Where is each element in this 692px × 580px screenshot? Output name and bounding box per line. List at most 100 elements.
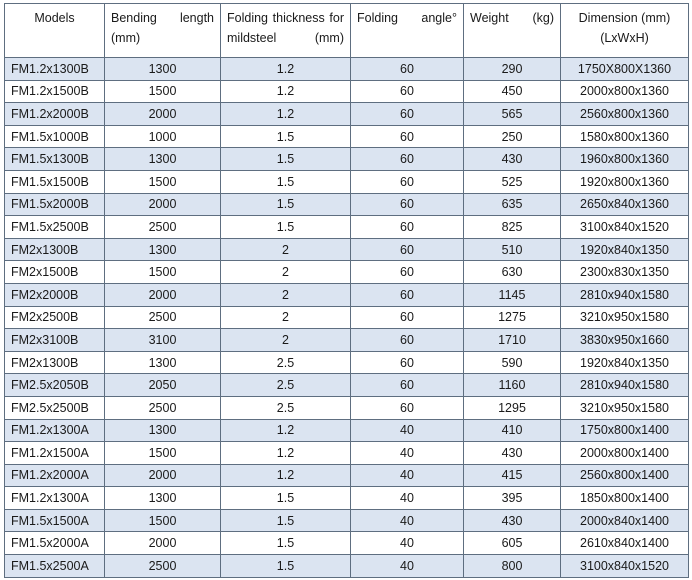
cell-folding-thickness: 1.5 (220, 554, 351, 578)
cell-folding-angle: 60 (350, 237, 464, 262)
table-row: FM1.5x1500B 1500 1.5 60 525 1920x800x1360 (4, 169, 689, 194)
cell-folding-angle: 40 (350, 554, 464, 578)
cell-model: FM2x2000B (4, 282, 105, 307)
table-row: FM1.5x2000B 2000 1.5 60 635 2650x840x1360 (4, 192, 689, 217)
cell-weight: 590 (463, 350, 561, 375)
table-row: FM2x3100B 3100 2 60 1710 3830x950x1660 (4, 328, 689, 352)
cell-model: FM1.2x1300B (4, 57, 105, 81)
cell-bending-length: 2500 (104, 215, 221, 239)
cell-folding-thickness: 1.2 (220, 441, 351, 465)
header-weight: Weight (kg) (463, 3, 561, 58)
cell-model: FM2x1300B (4, 237, 105, 262)
cell-dimension: 2000x800x1360 (560, 79, 689, 104)
table-row: FM1.2x1500A 1500 1.2 40 430 2000x800x1400 (4, 441, 689, 465)
cell-dimension: 1750x800x1400 (560, 418, 689, 443)
cell-bending-length: 2000 (104, 531, 221, 556)
cell-folding-thickness: 1.5 (220, 169, 351, 194)
cell-folding-thickness: 1.5 (220, 124, 351, 149)
cell-dimension: 3830x950x1660 (560, 328, 689, 352)
cell-dimension: 1850x800x1400 (560, 486, 689, 510)
table-body: FM1.2x1300B 1300 1.2 60 290 1750X800X1360 FM1.… (4, 57, 689, 578)
cell-model: FM1.5x1500A (4, 508, 105, 533)
cell-bending-length: 1300 (104, 350, 221, 375)
cell-model: FM1.2x1500A (4, 441, 105, 465)
cell-dimension: 2000x800x1400 (560, 441, 689, 465)
cell-bending-length: 2000 (104, 192, 221, 217)
cell-bending-length: 1500 (104, 169, 221, 194)
cell-folding-thickness: 1.2 (220, 418, 351, 443)
cell-weight: 825 (463, 215, 561, 239)
cell-dimension: 1920x840x1350 (560, 350, 689, 375)
cell-dimension: 2560x800x1360 (560, 102, 689, 126)
cell-bending-length: 1500 (104, 441, 221, 465)
cell-bending-length: 2000 (104, 102, 221, 126)
cell-folding-angle: 60 (350, 79, 464, 104)
cell-dimension: 3100x840x1520 (560, 215, 689, 239)
cell-folding-angle: 60 (350, 102, 464, 126)
table-row: FM1.2x2000B 2000 1.2 60 565 2560x800x1360 (4, 102, 689, 126)
cell-folding-angle: 60 (350, 350, 464, 375)
cell-folding-thickness: 1.5 (220, 147, 351, 171)
cell-model: FM1.2x1300A (4, 418, 105, 443)
cell-model: FM2x2500B (4, 305, 105, 330)
cell-folding-angle: 60 (350, 192, 464, 217)
cell-model: FM1.2x2000B (4, 102, 105, 126)
cell-bending-length: 1300 (104, 418, 221, 443)
cell-dimension: 2300x830x1350 (560, 260, 689, 284)
cell-dimension: 2610x840x1400 (560, 531, 689, 556)
cell-bending-length: 2000 (104, 282, 221, 307)
table-row: FM1.5x1300B 1300 1.5 60 430 1960x800x1360 (4, 147, 689, 171)
cell-folding-angle: 40 (350, 463, 464, 488)
table-row: FM1.2x1300B 1300 1.2 60 290 1750X800X1360 (4, 57, 689, 81)
cell-weight: 1275 (463, 305, 561, 330)
cell-folding-thickness: 1.2 (220, 463, 351, 488)
cell-folding-angle: 40 (350, 441, 464, 465)
cell-dimension: 1920x840x1350 (560, 237, 689, 262)
cell-folding-thickness: 1.5 (220, 508, 351, 533)
table-row: FM1.2x1500B 1500 1.2 60 450 2000x800x1360 (4, 79, 689, 104)
header-folding-angle: Folding angle° (350, 3, 464, 58)
cell-dimension: 3210x950x1580 (560, 305, 689, 330)
cell-dimension: 1580x800x1360 (560, 124, 689, 149)
cell-bending-length: 1000 (104, 124, 221, 149)
cell-bending-length: 2500 (104, 554, 221, 578)
cell-model: FM1.5x2000B (4, 192, 105, 217)
cell-weight: 1710 (463, 328, 561, 352)
cell-model: FM2.5x2500B (4, 395, 105, 420)
table-row: FM1.5x2000A 2000 1.5 40 605 2610x840x1400 (4, 531, 689, 556)
header-folding-thickness: Folding thickness for mildsteel (mm) (220, 3, 351, 58)
table-row: FM2x2000B 2000 2 60 1145 2810x940x1580 (4, 282, 689, 307)
header-models: Models (4, 3, 105, 58)
cell-folding-thickness: 2 (220, 260, 351, 284)
cell-model: FM1.5x1000B (4, 124, 105, 149)
cell-dimension: 1750X800X1360 (560, 57, 689, 81)
cell-folding-angle: 60 (350, 147, 464, 171)
cell-folding-angle: 60 (350, 373, 464, 397)
table-row: FM1.5x2500B 2500 1.5 60 825 3100x840x1520 (4, 215, 689, 239)
table-row: FM2x1300B 1300 2.5 60 590 1920x840x1350 (4, 350, 689, 375)
cell-folding-thickness: 2 (220, 282, 351, 307)
cell-folding-thickness: 1.5 (220, 215, 351, 239)
cell-model: FM1.2x1500B (4, 79, 105, 104)
cell-bending-length: 1500 (104, 508, 221, 533)
cell-bending-length: 2000 (104, 463, 221, 488)
cell-bending-length: 1300 (104, 57, 221, 81)
cell-folding-thickness: 2 (220, 305, 351, 330)
cell-folding-angle: 40 (350, 531, 464, 556)
cell-model: FM1.5x2500A (4, 554, 105, 578)
cell-folding-thickness: 1.5 (220, 486, 351, 510)
cell-folding-angle: 60 (350, 328, 464, 352)
cell-dimension: 1920x800x1360 (560, 169, 689, 194)
spec-table: Models Bending length (mm) Folding thick… (4, 3, 689, 578)
cell-model: FM2x3100B (4, 328, 105, 352)
cell-bending-length: 1300 (104, 486, 221, 510)
cell-weight: 430 (463, 147, 561, 171)
cell-dimension: 2650x840x1360 (560, 192, 689, 217)
cell-folding-angle: 40 (350, 508, 464, 533)
cell-folding-angle: 60 (350, 169, 464, 194)
cell-dimension: 3210x950x1580 (560, 395, 689, 420)
cell-folding-thickness: 2.5 (220, 373, 351, 397)
cell-weight: 290 (463, 57, 561, 81)
cell-model: FM2x1300B (4, 350, 105, 375)
table-row: FM1.5x1000B 1000 1.5 60 250 1580x800x1360 (4, 124, 689, 149)
